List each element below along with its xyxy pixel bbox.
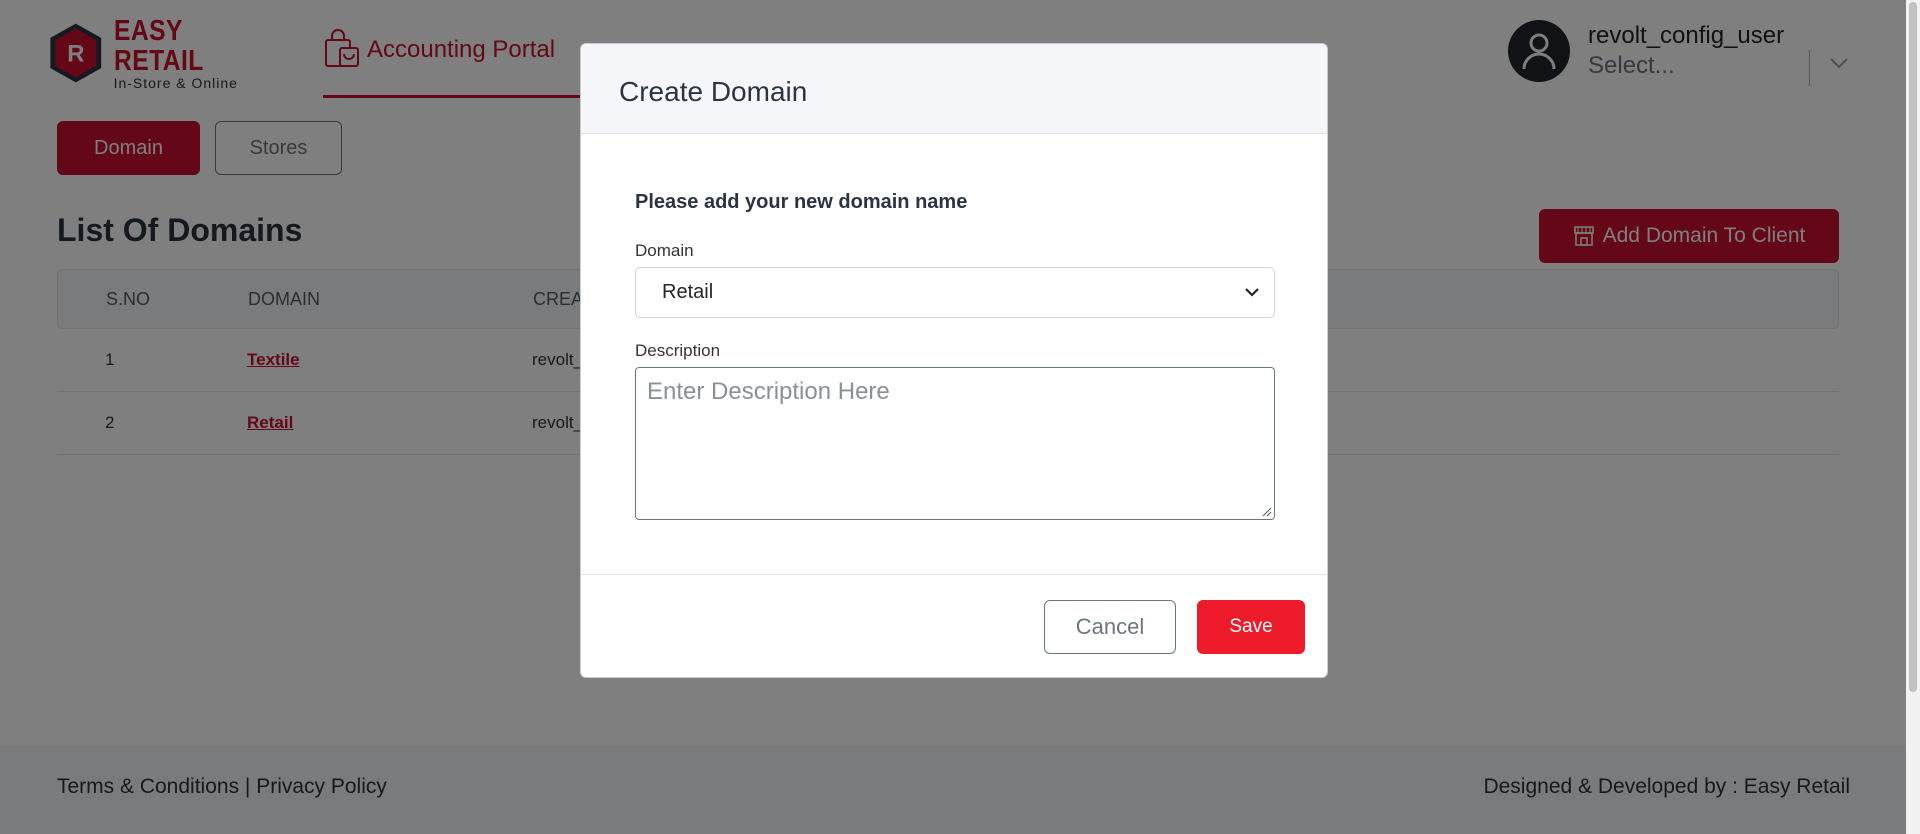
description-textarea[interactable]: Enter Description Here — [635, 367, 1275, 520]
description-placeholder: Enter Description Here — [647, 378, 890, 405]
modal-title: Create Domain — [619, 76, 808, 107]
modal-footer: Cancel Save — [581, 574, 1327, 677]
modal-header: Create Domain — [581, 44, 1327, 134]
modal-body: Please add your new domain name Domain R… — [635, 134, 1275, 520]
domain-field-label: Domain — [635, 241, 694, 260]
domain-select[interactable]: Retail — [635, 267, 1275, 318]
scrollbar-thumb[interactable] — [1909, 2, 1917, 692]
save-button[interactable]: Save — [1197, 600, 1305, 654]
description-field-label: Description — [635, 341, 721, 360]
resize-grip-icon[interactable] — [1260, 505, 1272, 517]
cancel-button[interactable]: Cancel — [1044, 600, 1176, 654]
create-domain-modal: Create Domain Please add your new domain… — [580, 43, 1328, 678]
page-scrollbar[interactable] — [1906, 0, 1920, 834]
domain-select-value: Retail — [662, 281, 714, 303]
modal-intro-text: Please add your new domain name — [635, 191, 968, 213]
chevron-down-icon — [1245, 288, 1259, 297]
